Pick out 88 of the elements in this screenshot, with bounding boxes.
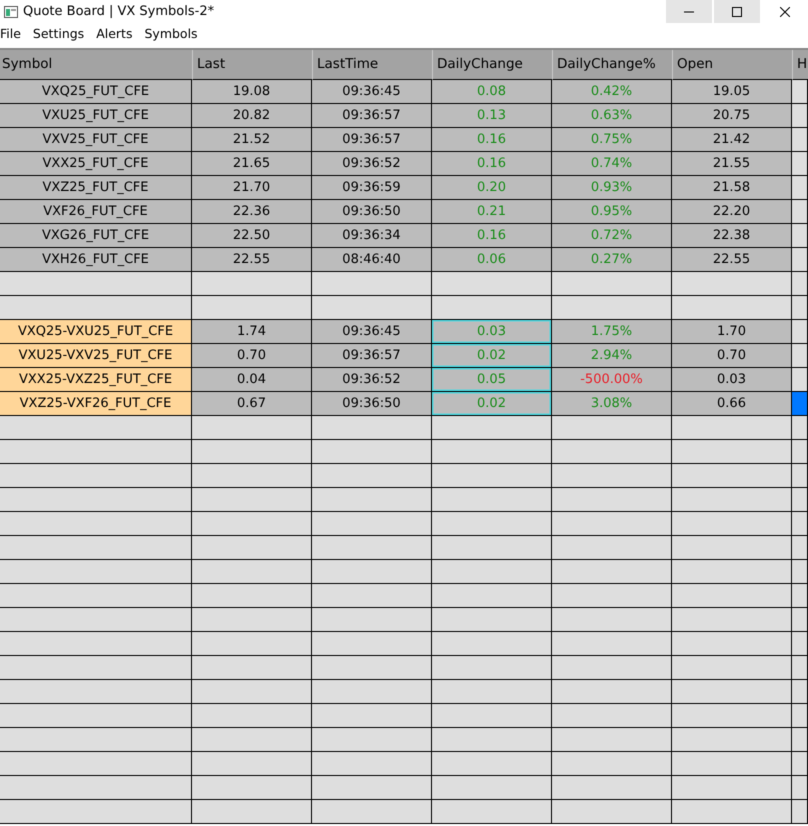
table-cell: VXH26_FUT_CFE [0, 248, 192, 272]
table-cell: 09:36:34 [312, 224, 432, 248]
table-cell: 0.16 [432, 152, 552, 176]
table-cell: 21.52 [192, 128, 312, 152]
table-cell: 09:36:50 [312, 392, 432, 416]
column-header[interactable]: Last [192, 50, 312, 80]
table-cell: 0.70 [672, 344, 792, 368]
table-cell: 0.72% [552, 224, 672, 248]
table-cell: 0.05 [432, 368, 552, 392]
table-cell: 21.70 [192, 176, 312, 200]
table-cell: 1.75% [552, 320, 672, 344]
table-cell: 0.03 [672, 368, 792, 392]
app-icon [4, 6, 18, 18]
table-cell: 0.16 [432, 128, 552, 152]
table-cell: 22.38 [672, 224, 792, 248]
table-cell: VXZ25_FUT_CFE [0, 176, 192, 200]
window-title: Quote Board | VX Symbols-2* [23, 2, 214, 21]
table-cell: 3.08% [552, 392, 672, 416]
table-cell: 20.75 [672, 104, 792, 128]
table-cell: 09:36:59 [312, 176, 432, 200]
table-cell: 0.66 [672, 392, 792, 416]
table-cell: 0.70 [192, 344, 312, 368]
table-cell: VXX25_FUT_CFE [0, 152, 192, 176]
table-cell: VXV25_FUT_CFE [0, 128, 192, 152]
table-cell: 1.70 [672, 320, 792, 344]
table-cell: 21.55 [672, 152, 792, 176]
close-icon [780, 6, 790, 16]
table-cell: 0.06 [432, 248, 552, 272]
table-cell: 0.16 [432, 224, 552, 248]
table-cell: VXQ25-VXU25_FUT_CFE [0, 320, 192, 344]
table-cell: 19.05 [672, 80, 792, 104]
table-cell: 0.95% [552, 200, 672, 224]
table-cell: 09:36:45 [312, 320, 432, 344]
table-cell: 09:36:57 [312, 344, 432, 368]
table-cell: 0.75% [552, 128, 672, 152]
maximize-button[interactable] [714, 0, 760, 23]
maximize-icon [732, 6, 742, 16]
table-cell: 0.42% [552, 80, 672, 104]
table-cell: VXZ25-VXF26_FUT_CFE [0, 392, 192, 416]
table-cell: 09:36:52 [312, 152, 432, 176]
table-cell: VXG26_FUT_CFE [0, 224, 192, 248]
column-header[interactable]: Symbol [0, 50, 192, 80]
table-cell: 09:36:57 [312, 128, 432, 152]
column-header[interactable]: DailyChange [432, 50, 552, 80]
menu-item[interactable]: Settings [32, 25, 90, 44]
table-cell: VXU25-VXV25_FUT_CFE [0, 344, 192, 368]
table-cell: 09:36:50 [312, 200, 432, 224]
table-cell: 08:46:40 [312, 248, 432, 272]
table-cell: 09:36:52 [312, 368, 432, 392]
column-header[interactable]: Open [672, 50, 792, 80]
table-cell: 0.02 [432, 392, 552, 416]
column-header[interactable]: H [792, 50, 808, 80]
table-cell: 0.04 [192, 368, 312, 392]
table-cell: 0.27% [552, 248, 672, 272]
table-cell: 0.67 [192, 392, 312, 416]
table-cell: VXQ25_FUT_CFE [0, 80, 192, 104]
table-cell: 21.65 [192, 152, 312, 176]
menu-item[interactable]: Alerts [96, 25, 138, 44]
table-cell: 0.63% [552, 104, 672, 128]
table-cell: 0.03 [432, 320, 552, 344]
table-cell: 20.82 [192, 104, 312, 128]
table-cell: 22.55 [192, 248, 312, 272]
table-cell: -500.00% [552, 368, 672, 392]
table-cell: 22.50 [192, 224, 312, 248]
table-cell: 09:36:57 [312, 104, 432, 128]
table-cell: 0.02 [432, 344, 552, 368]
menu-item[interactable]: Symbols [144, 25, 204, 44]
table-cell: VXU25_FUT_CFE [0, 104, 192, 128]
table-cell: 0.13 [432, 104, 552, 128]
table-cell: 0.74% [552, 152, 672, 176]
table-cell: 2.94% [552, 344, 672, 368]
table-cell: 09:36:45 [312, 80, 432, 104]
table-cell: 22.20 [672, 200, 792, 224]
column-header[interactable]: DailyChange% [552, 50, 672, 80]
table-cell: 22.36 [192, 200, 312, 224]
table-cell: 0.21 [432, 200, 552, 224]
table-cell: 19.08 [192, 80, 312, 104]
table-cell: 0.93% [552, 176, 672, 200]
column-header[interactable]: LastTime [312, 50, 432, 80]
table-cell: VXX25-VXZ25_FUT_CFE [0, 368, 192, 392]
table-cell: 0.08 [432, 80, 552, 104]
table-cell: 21.58 [672, 176, 792, 200]
table-cell: 0.20 [432, 176, 552, 200]
table-cell: 1.74 [192, 320, 312, 344]
table-cell: 21.42 [672, 128, 792, 152]
table-cell: 22.55 [672, 248, 792, 272]
table-cell: VXF26_FUT_CFE [0, 200, 192, 224]
menu-item[interactable]: File [0, 25, 27, 44]
